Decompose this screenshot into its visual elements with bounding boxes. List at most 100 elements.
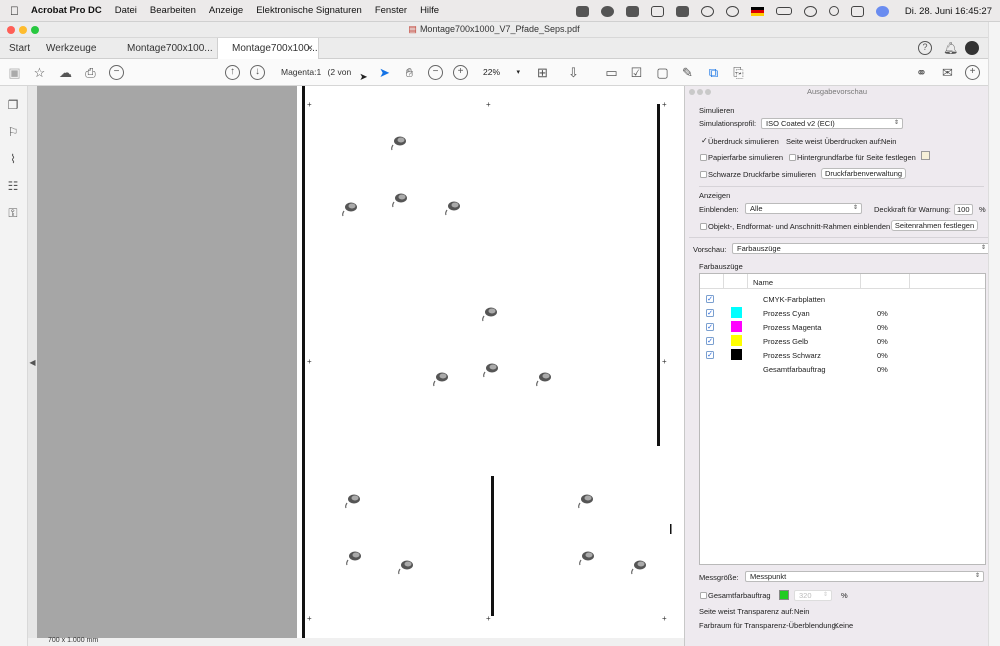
notifications-bell-icon[interactable]: 🔔︎ — [943, 41, 958, 55]
black-ink-checkbox[interactable] — [700, 171, 707, 178]
creative-cloud-icon[interactable] — [600, 5, 614, 17]
select-tool-icon[interactable]: ➤ — [377, 65, 392, 80]
tab-start[interactable]: Start — [9, 38, 30, 59]
flag-de-icon[interactable] — [750, 6, 764, 16]
battery-icon[interactable] — [775, 7, 792, 15]
avatar[interactable] — [965, 41, 979, 55]
cube-icon[interactable] — [625, 5, 639, 17]
list-item[interactable]: ✓ CMYK-Farbplatten — [700, 292, 985, 306]
scroll-mode-icon[interactable]: ⇩ — [566, 65, 581, 80]
menu-bearbeiten[interactable]: Bearbeiten — [150, 5, 196, 16]
menu-app-name[interactable]: Acrobat Pro DC — [31, 5, 102, 16]
snail-image — [391, 135, 407, 151]
transparency-label: Seite weist Transparenz auf: — [699, 607, 794, 616]
scrollbar[interactable] — [988, 22, 1000, 646]
separation-checkbox[interactable]: ✓ — [706, 309, 714, 317]
menu-anzeige[interactable]: Anzeige — [209, 5, 243, 16]
preview-select[interactable]: Farbauszüge ⇕ — [732, 243, 990, 254]
next-page-icon[interactable]: ↓ — [250, 65, 265, 80]
list-item[interactable]: Gesamtfarbauftrag 0% — [700, 362, 985, 376]
list-item[interactable]: ✓ Prozess Gelb 0% — [700, 334, 985, 348]
security-lock-icon[interactable]: ⚿ — [6, 206, 20, 221]
print-icon[interactable]: ⎙ — [83, 65, 98, 80]
play-icon[interactable] — [725, 5, 739, 17]
panel-minimize-button[interactable] — [697, 89, 703, 95]
highlight-pen-icon[interactable]: ✎ — [680, 65, 695, 80]
attachments-icon[interactable]: ⌇ — [6, 152, 20, 167]
control-center-icon[interactable] — [850, 5, 864, 17]
bg-color-checkbox[interactable] — [789, 154, 796, 161]
simulation-profile-select[interactable]: ISO Coated v2 (ECI) ⇕ — [761, 118, 903, 129]
upload-cloud-icon[interactable]: ☁ — [58, 65, 73, 80]
list-item[interactable]: ✓ Prozess Schwarz 0% — [700, 348, 985, 362]
collapse-pane-button[interactable]: ◀ — [28, 86, 37, 638]
panel-close-button[interactable] — [689, 89, 695, 95]
show-select[interactable]: Alle ⇕ — [745, 203, 862, 214]
apple-menu-icon[interactable]:  — [10, 4, 19, 18]
separation-checkbox[interactable]: ✓ — [706, 351, 714, 359]
separation-name: CMYK-Farbplatten — [763, 295, 826, 304]
tab-document-2[interactable]: Montage700x100... × — [217, 38, 319, 59]
print-production-icon[interactable]: ⧉ — [706, 65, 721, 80]
zoom-out-icon[interactable]: − — [428, 65, 443, 80]
page-display-icon[interactable]: ⊞ — [535, 65, 550, 80]
page-number-field[interactable]: Magenta:1 (2 von 17) — [275, 64, 358, 94]
save-icon[interactable]: ▣ — [7, 65, 22, 80]
user-add-icon[interactable]: + — [965, 65, 980, 80]
page-boxes-button[interactable]: Seitenrahmen festlegen — [891, 220, 978, 231]
paper-color-checkbox[interactable] — [700, 154, 707, 161]
menu-datei[interactable]: Datei — [115, 5, 137, 16]
total-coverage-checkbox[interactable] — [700, 592, 707, 599]
share-link-icon[interactable]: ⚭ — [914, 65, 929, 80]
menu-fenster[interactable]: Fenster — [375, 5, 407, 16]
snail-image — [345, 493, 361, 509]
wifi-icon[interactable] — [803, 5, 817, 17]
separation-checkbox[interactable]: ✓ — [706, 295, 714, 303]
transparency-value: Nein — [794, 607, 810, 616]
siri-icon[interactable] — [875, 5, 889, 17]
panel-zoom-button[interactable] — [705, 89, 711, 95]
spotlight-search-icon[interactable] — [828, 6, 839, 16]
zoom-level-select[interactable]: 22% ▾ — [477, 64, 523, 81]
layers-icon[interactable]: ☷ — [6, 179, 20, 194]
b-app-icon[interactable] — [575, 5, 589, 17]
ink-manager-button[interactable]: Druckfarbenverwaltung — [821, 168, 906, 179]
column-name-header[interactable]: Name — [753, 278, 773, 287]
hand-tool-icon[interactable]: ✋︎ — [402, 65, 417, 80]
menu-signaturen[interactable]: Elektronische Signaturen — [256, 5, 362, 16]
show-boxes-checkbox[interactable] — [700, 223, 707, 230]
zoom-out-search-icon[interactable]: − — [109, 65, 124, 80]
sample-size-select[interactable]: Messpunkt ⇕ — [745, 571, 984, 582]
separation-checkbox[interactable]: ✓ — [706, 337, 714, 345]
separations-table: Name ✓ CMYK-Farbplatten ✓ Prozess Cyan 0% ✓ Pr… — [699, 273, 986, 565]
checkmark-icon[interactable]: ✓ — [701, 136, 708, 145]
tab-werkzeuge[interactable]: Werkzeuge — [46, 38, 96, 59]
email-icon[interactable]: ✉ — [940, 65, 955, 80]
menu-hilfe[interactable]: Hilfe — [420, 5, 439, 16]
screen-icon[interactable] — [675, 5, 689, 17]
snail-image — [483, 362, 499, 378]
previous-page-icon[interactable]: ↑ — [225, 65, 240, 80]
list-item[interactable]: ✓ Prozess Magenta 0% — [700, 320, 985, 334]
history-icon[interactable] — [700, 5, 714, 17]
bg-color-swatch[interactable] — [921, 151, 930, 160]
separation-checkbox[interactable]: ✓ — [706, 323, 714, 331]
page-thumbnails-icon[interactable]: ❐ — [6, 98, 20, 113]
zoom-in-icon[interactable]: + — [453, 65, 468, 80]
measure-ruler-icon[interactable]: ▭ — [604, 65, 619, 80]
network-icon[interactable] — [650, 5, 664, 17]
total-coverage-color-swatch[interactable] — [779, 590, 789, 600]
help-icon[interactable]: ? — [918, 41, 932, 55]
bookmark-star-icon[interactable]: ☆ — [32, 65, 47, 80]
close-tab-icon[interactable]: × — [307, 38, 313, 59]
fill-sign-icon[interactable]: ☑ — [629, 65, 644, 80]
list-item[interactable]: ✓ Prozess Cyan 0% — [700, 306, 985, 320]
total-coverage-input[interactable]: 320 ⇕ — [794, 590, 832, 601]
tab-document-1[interactable]: Montage700x100... — [127, 38, 213, 59]
export-pdf-icon[interactable]: ⎘ — [731, 65, 746, 80]
divider — [699, 186, 984, 187]
clock[interactable]: Di. 28. Juni 16:45:27 — [905, 6, 992, 17]
bookmarks-icon[interactable]: ⚐ — [6, 125, 20, 140]
comment-icon[interactable]: ▢ — [655, 65, 670, 80]
opacity-input[interactable]: 100 — [954, 204, 973, 215]
